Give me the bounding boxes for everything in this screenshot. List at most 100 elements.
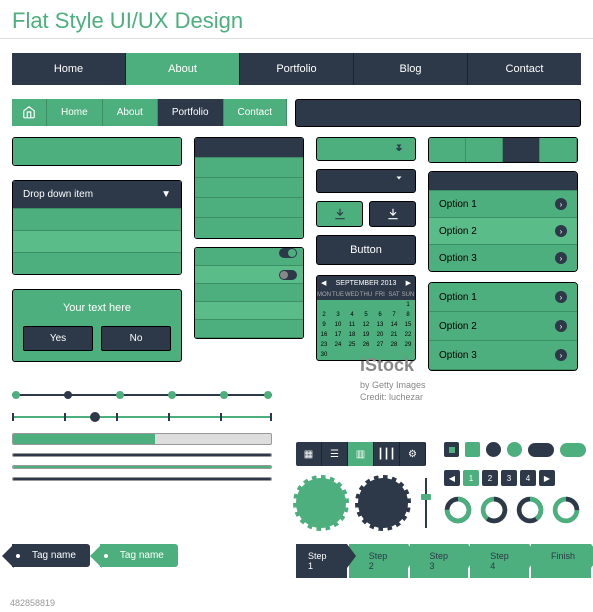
calendar-day[interactable]: 29	[401, 340, 415, 350]
accordion-item[interactable]	[195, 302, 303, 320]
nav-contact[interactable]: Contact	[468, 53, 581, 85]
calendar-day[interactable]: 27	[373, 340, 387, 350]
page-next[interactable]: ▶	[539, 470, 555, 486]
nav-home[interactable]: Home	[12, 53, 126, 85]
stop-icon[interactable]	[444, 442, 459, 457]
list-item[interactable]: Option 1›	[429, 283, 577, 312]
calendar-day[interactable]: 21	[387, 330, 401, 340]
step[interactable]: Step 2	[349, 544, 408, 578]
barcode-icon[interactable]: ┃┃┃	[374, 442, 400, 466]
dropdown-option[interactable]	[13, 230, 181, 252]
nav-blog[interactable]: Blog	[354, 53, 468, 85]
calendar-day[interactable]: 10	[331, 320, 345, 330]
calendar-day[interactable]: 17	[331, 330, 345, 340]
home-icon[interactable]	[12, 99, 47, 126]
calendar-day[interactable]: 26	[359, 340, 373, 350]
list-view-icon[interactable]: ☰	[322, 442, 348, 466]
nav-portfolio[interactable]: Portfolio	[240, 53, 354, 85]
nav2-home[interactable]: Home	[47, 99, 103, 126]
calendar-day[interactable]	[345, 350, 359, 360]
search-bar-dark[interactable]	[295, 99, 581, 127]
slider-stepped[interactable]	[12, 389, 272, 401]
download-icon-button[interactable]	[316, 201, 363, 227]
toggle-switch[interactable]	[279, 270, 297, 280]
calendar-day[interactable]: 4	[345, 310, 359, 320]
accordion-item[interactable]	[195, 320, 303, 338]
page-number[interactable]: 1	[463, 470, 479, 486]
calendar-day[interactable]: 24	[331, 340, 345, 350]
accordion-item[interactable]	[195, 284, 303, 302]
column-view-icon[interactable]: ▥	[348, 442, 374, 466]
page-number[interactable]: 2	[482, 470, 498, 486]
page-prev[interactable]: ◀	[444, 470, 460, 486]
step[interactable]: Step 1	[296, 544, 347, 578]
calendar-day[interactable]: 12	[359, 320, 373, 330]
tab[interactable]	[466, 138, 503, 162]
calendar-day[interactable]	[331, 300, 345, 310]
circle-icon[interactable]	[507, 442, 522, 457]
nav-about[interactable]: About	[126, 53, 240, 85]
no-button[interactable]: No	[101, 326, 171, 351]
dropdown-option[interactable]	[13, 208, 181, 230]
calendar-day[interactable]: 14	[387, 320, 401, 330]
calendar-day[interactable]: 22	[401, 330, 415, 340]
calendar-day[interactable]: 15	[401, 320, 415, 330]
menu-item[interactable]	[195, 138, 303, 158]
download-button-green[interactable]	[316, 137, 416, 161]
calendar-day[interactable]	[317, 300, 331, 310]
step[interactable]: Step 3	[410, 544, 469, 578]
calendar-day[interactable]	[359, 300, 373, 310]
step[interactable]: Finish	[531, 544, 591, 578]
calendar-day[interactable]: 2	[317, 310, 331, 320]
pill-icon[interactable]	[528, 443, 554, 457]
yes-button[interactable]: Yes	[23, 326, 93, 351]
gear-icon[interactable]: ⚙	[400, 442, 426, 466]
download-icon-button[interactable]	[369, 201, 416, 227]
tag[interactable]: Tag name	[12, 544, 90, 567]
menu-item[interactable]	[195, 178, 303, 198]
calendar-day[interactable]: 1	[401, 300, 415, 310]
calendar-day[interactable]: 5	[359, 310, 373, 320]
pill-icon[interactable]	[560, 443, 586, 457]
list-item[interactable]: Option 2›	[429, 312, 577, 341]
calendar-day[interactable]	[387, 300, 401, 310]
dropdown-option[interactable]	[13, 252, 181, 274]
tab[interactable]	[503, 138, 540, 162]
list-item[interactable]: Option 3›	[429, 341, 577, 370]
menu-item[interactable]	[195, 218, 303, 238]
calendar-day[interactable]: 30	[317, 350, 331, 360]
nav2-portfolio[interactable]: Portfolio	[158, 99, 224, 126]
slider-ticks[interactable]	[12, 411, 272, 423]
calendar-day[interactable]: 3	[331, 310, 345, 320]
step[interactable]: Step 4	[470, 544, 529, 578]
calendar-day[interactable]: 23	[317, 340, 331, 350]
primary-button[interactable]: Button	[316, 235, 416, 265]
calendar-day[interactable]: 28	[387, 340, 401, 350]
grid-view-icon[interactable]: ▦	[296, 442, 322, 466]
calendar-day[interactable]	[331, 350, 345, 360]
menu-item[interactable]	[195, 198, 303, 218]
calendar-day[interactable]: 7	[387, 310, 401, 320]
calendar-day[interactable]	[387, 350, 401, 360]
calendar-day[interactable]	[373, 350, 387, 360]
calendar-day[interactable]: 11	[345, 320, 359, 330]
calendar-day[interactable]: 19	[359, 330, 373, 340]
calendar-day[interactable]: 16	[317, 330, 331, 340]
page-number[interactable]: 4	[520, 470, 536, 486]
tag[interactable]: Tag name	[100, 544, 178, 567]
nav2-contact[interactable]: Contact	[224, 99, 287, 126]
calendar-day[interactable]: 13	[373, 320, 387, 330]
circle-icon[interactable]	[486, 442, 501, 457]
calendar-day[interactable]	[401, 350, 415, 360]
accordion-item[interactable]	[195, 248, 303, 266]
calendar-day[interactable]	[373, 300, 387, 310]
tab[interactable]	[429, 138, 466, 162]
calendar-next[interactable]: ▶	[402, 279, 415, 287]
calendar-day[interactable]: 25	[345, 340, 359, 350]
calendar-day[interactable]: 6	[373, 310, 387, 320]
calendar-day[interactable]	[345, 300, 359, 310]
vertical-slider[interactable]	[420, 478, 432, 528]
calendar-day[interactable]: 20	[373, 330, 387, 340]
dropdown-header[interactable]: Drop down item ▼	[13, 181, 181, 208]
toggle-switch[interactable]	[279, 248, 297, 258]
